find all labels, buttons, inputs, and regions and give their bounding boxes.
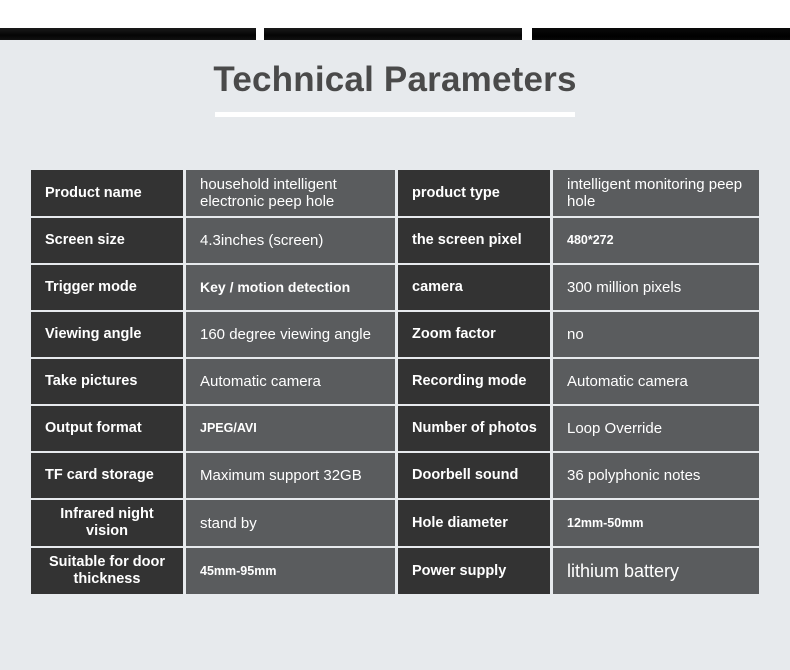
spec-label-right: camera xyxy=(398,265,550,310)
spec-label-left: Product name xyxy=(31,170,183,216)
table-row: Infrared night vision stand by Hole diamet… xyxy=(31,500,759,546)
spec-label-right: Doorbell sound xyxy=(398,453,550,498)
spec-label-left: Suitable for door thickness xyxy=(31,548,183,594)
spec-label-right: Power supply xyxy=(398,548,550,594)
spec-value-left: 160 degree viewing angle xyxy=(186,312,395,357)
spec-value-right: lithium battery xyxy=(553,548,759,594)
spec-value-left: Automatic camera xyxy=(186,359,395,404)
spec-label-left: Viewing angle xyxy=(31,312,183,357)
table-row: TF card storage Maximum support 32GB Doorb… xyxy=(31,453,759,498)
table-row: Screen size 4.3inches (screen) the screen … xyxy=(31,218,759,263)
table-row: Take pictures Automatic camera Recording m… xyxy=(31,359,759,404)
spec-value-right: Loop Override xyxy=(553,406,759,451)
spec-value-left: 45mm-95mm xyxy=(186,548,395,594)
spec-value-left: JPEG/AVI xyxy=(186,406,395,451)
spec-value-right: 36 polyphonic notes xyxy=(553,453,759,498)
spec-label-right: Hole diameter xyxy=(398,500,550,546)
spec-label-left: TF card storage xyxy=(31,453,183,498)
spec-value-left: 4.3inches (screen) xyxy=(186,218,395,263)
spec-label-left: Output format xyxy=(31,406,183,451)
spec-label-right: Zoom factor xyxy=(398,312,550,357)
spec-value-right: intelligent monitoring peep hole xyxy=(553,170,759,216)
spec-value-left: Key / motion detection xyxy=(186,265,395,310)
spec-value-left: stand by xyxy=(186,500,395,546)
spec-value-right: Automatic camera xyxy=(553,359,759,404)
table-row: Product name household intelligent electr… xyxy=(31,170,759,216)
title-underline xyxy=(215,112,575,117)
spec-value-right: 480*272 xyxy=(553,218,759,263)
spec-value-right: 300 million pixels xyxy=(553,265,759,310)
product-photo-strip xyxy=(0,0,790,40)
table-row: Trigger mode Key / motion detection camera… xyxy=(31,265,759,310)
spec-label-left: Infrared night vision xyxy=(31,500,183,546)
spec-label-left: Trigger mode xyxy=(31,265,183,310)
spec-label-right: Recording mode xyxy=(398,359,550,404)
table-row: Viewing angle 160 degree viewing angle Zoo… xyxy=(31,312,759,357)
page-title: Technical Parameters xyxy=(213,60,577,99)
spec-label-left: Take pictures xyxy=(31,359,183,404)
spec-table: Product name household intelligent electr… xyxy=(31,170,759,594)
spec-value-right: no xyxy=(553,312,759,357)
spec-label-right: Number of photos xyxy=(398,406,550,451)
table-row: Suitable for door thickness 45mm-95mm Powe… xyxy=(31,548,759,594)
spec-value-right: 12mm-50mm xyxy=(553,500,759,546)
table-row: Output format JPEG/AVI Number of photos Loo… xyxy=(31,406,759,451)
spec-value-left: household intelligent electronic peep ho… xyxy=(186,170,395,216)
spec-label-left: Screen size xyxy=(31,218,183,263)
technical-parameters-page: Technical Parameters Product name househo… xyxy=(0,0,790,670)
product-photo-3 xyxy=(532,28,790,40)
product-photo-2 xyxy=(264,28,522,40)
product-photo-1 xyxy=(0,28,256,40)
spec-label-right: the screen pixel xyxy=(398,218,550,263)
spec-label-right: product type xyxy=(398,170,550,216)
page-title-block: Technical Parameters xyxy=(0,58,790,117)
spec-value-left: Maximum support 32GB xyxy=(186,453,395,498)
